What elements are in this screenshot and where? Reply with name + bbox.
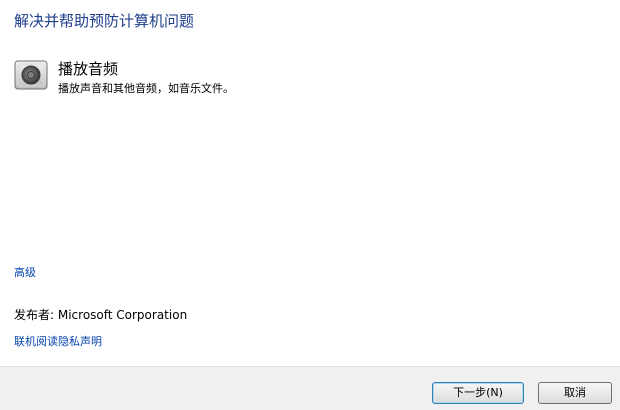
- privacy-statement-link[interactable]: 联机阅读隐私声明: [14, 333, 102, 349]
- publisher-text: 发布者: Microsoft Corporation: [14, 308, 188, 322]
- wizard-footer: 下一步(N) 取消: [0, 366, 620, 410]
- wizard-content: 解决并帮助预防计算机问题 播放音频 播放声音和其他音频，如音乐文件。 高级 发布…: [0, 0, 620, 366]
- advanced-link[interactable]: 高级: [14, 264, 36, 280]
- troubleshooter-item: 播放音频 播放声音和其他音频，如音乐文件。: [14, 58, 434, 98]
- audio-speaker-icon: [14, 60, 48, 90]
- next-button[interactable]: 下一步(N): [432, 382, 524, 404]
- page-title: 解决并帮助预防计算机问题: [14, 12, 195, 30]
- cancel-button[interactable]: 取消: [538, 382, 612, 404]
- troubleshooter-description: 播放声音和其他音频，如音乐文件。: [58, 82, 234, 95]
- troubleshooter-name[interactable]: 播放音频: [58, 58, 118, 79]
